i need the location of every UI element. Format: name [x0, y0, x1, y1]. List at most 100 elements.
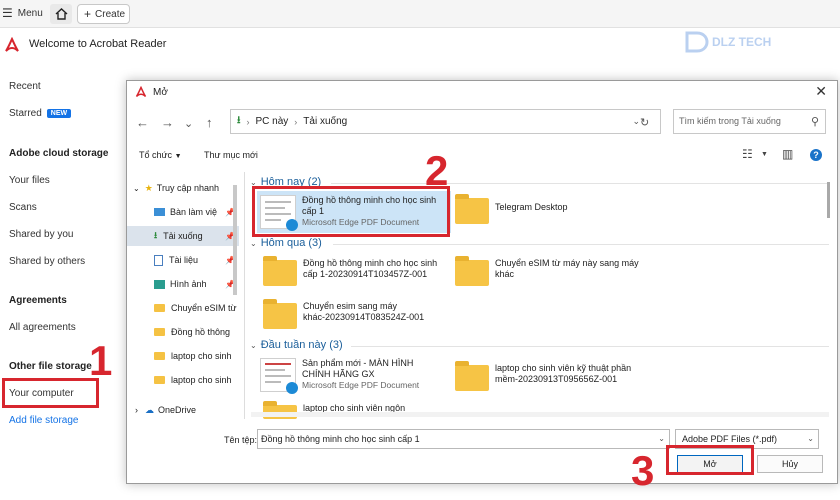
file-name: Telegram Desktop — [495, 202, 568, 212]
nav-item-pictures[interactable]: Hình ảnh 📌 — [127, 274, 239, 294]
chevron-down-icon[interactable]: ⌄ — [632, 116, 640, 127]
group-header-early-this-week[interactable]: ⌄ Đầu tuần này (3) — [250, 339, 343, 351]
folder-icon — [455, 256, 489, 286]
preview-pane-icon[interactable]: ▥ — [782, 147, 793, 161]
step-number-1: 1 — [89, 337, 113, 384]
add-file-storage-link[interactable]: Add file storage — [9, 415, 79, 426]
menu-label: Menu — [17, 7, 43, 19]
view-options-icon[interactable]: ☷ — [742, 147, 753, 161]
filter-value: Adobe PDF Files (*.pdf) — [682, 434, 778, 444]
chevron-down-icon[interactable]: ⌄ — [184, 117, 193, 130]
nav-item-label: laptop cho sinh — [171, 351, 232, 361]
nav-item-onedrive[interactable]: › ☁ OneDrive — [127, 400, 239, 420]
file-type: Microsoft Edge PDF Document — [302, 380, 420, 390]
app-title: Welcome to Acrobat Reader — [29, 38, 167, 50]
pictures-icon — [154, 279, 165, 289]
section-heading-cloud: Adobe cloud storage — [9, 148, 109, 159]
nav-item-desktop[interactable]: Bàn làm việ 📌 — [127, 202, 239, 222]
forward-arrow-icon[interactable]: → — [161, 115, 174, 130]
navigation-pane: ⌄ ★ Truy cập nhanh Bàn làm việ 📌 ⭳ Tải x… — [127, 176, 239, 421]
nav-item-label: Tải xuống — [163, 231, 203, 241]
plus-icon: + — [84, 7, 92, 21]
nav-item-label: Truy cập nhanh — [156, 183, 219, 193]
sidebar-item-recent[interactable]: Recent — [9, 81, 41, 92]
refresh-icon[interactable]: ↻ — [640, 116, 649, 129]
folder-icon — [263, 256, 297, 286]
chevron-down-icon[interactable]: ⌄ — [658, 434, 665, 443]
organize-label: Tổ chức — [139, 150, 173, 160]
chevron-right-icon: › — [294, 116, 298, 127]
folder-icon — [455, 194, 489, 224]
nav-scrollbar[interactable] — [233, 185, 237, 295]
home-button[interactable] — [50, 4, 72, 24]
group-divider — [333, 244, 829, 245]
breadcrumb-root[interactable]: PC này — [256, 116, 289, 127]
file-name-line2: cấp 1-20230914T103457Z-001 — [303, 269, 428, 279]
group-divider — [351, 346, 829, 347]
section-heading-other-storage: Other file storage — [9, 361, 92, 372]
menu-button[interactable]: ☰ Menu — [2, 6, 43, 20]
horizontal-scrollbar[interactable] — [251, 412, 829, 417]
file-item-pdf[interactable]: Sản phẩm mới - MÀN HÌNH CHÍNH HÃNG GX Mi… — [260, 358, 454, 394]
breadcrumb-folder[interactable]: Tải xuống — [303, 116, 347, 127]
group-divider — [331, 183, 829, 184]
nav-item-folder[interactable]: laptop cho sinh — [127, 346, 239, 366]
nav-item-folder[interactable]: Chuyển eSIM từ — [127, 298, 239, 318]
filename-label: Tên tệp: — [224, 435, 258, 445]
section-heading-agreements: Agreements — [9, 295, 67, 306]
folder-icon — [263, 299, 297, 329]
filename-input[interactable]: Đồng hồ thông minh cho học sinh cấp 1 ⌄ — [257, 429, 670, 449]
folder-item[interactable]: Chuyển eSIM từ máy này sang máy khác — [455, 256, 655, 286]
organize-menu[interactable]: Tổ chức ▼ — [139, 150, 182, 160]
sidebar-item-shared-by-you[interactable]: Shared by you — [9, 229, 74, 240]
create-button[interactable]: + Create — [77, 4, 130, 24]
close-icon[interactable]: ✕ — [815, 83, 827, 100]
help-icon[interactable]: ? — [810, 149, 822, 161]
back-arrow-icon[interactable]: ← — [136, 115, 149, 130]
cancel-button[interactable]: Hủy — [757, 455, 823, 473]
chevron-right-icon: › — [246, 116, 250, 127]
folder-icon — [154, 328, 165, 336]
folder-icon — [154, 376, 165, 384]
nav-item-folder[interactable]: laptop cho sinh — [127, 370, 239, 390]
nav-item-label: laptop cho sinh — [171, 375, 232, 385]
folder-item[interactable]: Telegram Desktop — [455, 194, 645, 224]
sidebar-item-starred[interactable]: Starred NEW — [9, 108, 72, 119]
file-list-scrollbar[interactable] — [827, 182, 830, 218]
up-arrow-icon[interactable]: ↑ — [206, 115, 213, 130]
open-file-dialog: Mở ✕ ← → ⌄ ↑ ⭳ › PC này › Tải xuống ⌄ ↻ … — [126, 80, 838, 484]
dialog-title: Mở — [153, 86, 168, 98]
create-label: Create — [95, 8, 126, 20]
chevron-down-icon: ⌄ — [250, 340, 257, 350]
sidebar-item-your-files[interactable]: Your files — [9, 175, 50, 186]
nav-item-quick-access[interactable]: ⌄ ★ Truy cập nhanh — [127, 178, 239, 198]
folder-item[interactable]: laptop cho sinh viên kỹ thuật phần mềm-2… — [455, 361, 665, 391]
group-header-yesterday[interactable]: ⌄ Hôm qua (3) — [250, 237, 322, 249]
watermark-text: DLZ TECH — [712, 35, 772, 49]
sidebar-item-shared-by-others[interactable]: Shared by others — [9, 256, 85, 267]
search-input[interactable]: Tìm kiếm trong Tải xuống ⚲ — [673, 109, 826, 134]
folder-item[interactable]: Đồng hồ thông minh cho học sinh cấp 1-20… — [263, 256, 453, 286]
nav-item-documents[interactable]: Tài liệu 📌 — [127, 250, 239, 270]
download-icon: ⭳ — [237, 115, 241, 126]
document-icon — [154, 254, 163, 266]
nav-item-downloads[interactable]: ⭳ Tải xuống 📌 — [127, 226, 239, 246]
edge-icon — [286, 382, 298, 394]
sidebar-item-all-agreements[interactable]: All agreements — [9, 322, 76, 333]
dialog-toolbar: Tổ chức ▼ Thư mục mới ☷ ▼ ▥ ? — [127, 141, 837, 167]
nav-item-folder[interactable]: Đồng hồ thông — [127, 322, 239, 342]
caret-down-icon[interactable]: ▼ — [761, 151, 768, 158]
nav-item-label: Chuyển eSIM từ — [171, 303, 237, 313]
sidebar-item-label: Starred — [9, 108, 42, 119]
folder-item[interactable]: Chuyển esim sang máy khác-20230914T08352… — [263, 299, 453, 329]
chevron-down-icon: ⌄ — [133, 183, 140, 193]
highlight-box-your-computer — [2, 378, 99, 408]
new-folder-button[interactable]: Thư mục mới — [204, 150, 258, 160]
chevron-down-icon: ⌄ — [250, 238, 257, 248]
file-name-line2: khác-20230914T083524Z-001 — [303, 312, 425, 322]
filename-value: Đồng hồ thông minh cho học sinh cấp 1 — [261, 434, 420, 444]
sidebar-item-scans[interactable]: Scans — [9, 202, 37, 213]
file-name-line2: CHÍNH HÃNG GX — [302, 369, 375, 379]
folder-icon — [455, 361, 489, 391]
address-bar[interactable]: ⭳ › PC này › Tải xuống ⌄ — [230, 109, 661, 134]
